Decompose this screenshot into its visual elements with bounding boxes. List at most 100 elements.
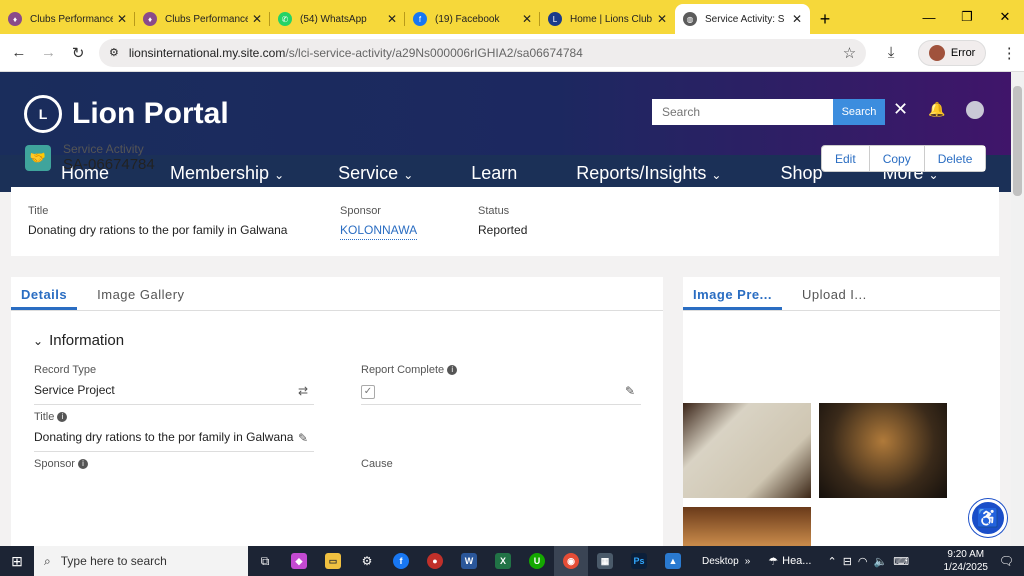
field-label: Report Complete: [361, 364, 445, 376]
record-actions: Edit Copy Delete: [821, 145, 987, 172]
delete-button[interactable]: Delete: [923, 146, 986, 171]
site-info-icon[interactable]: ⚙: [109, 46, 119, 59]
keyboard-icon[interactable]: ⌨: [893, 555, 909, 568]
url-field[interactable]: ⚙ lionsinternational.my.site.com/s/lci-s…: [98, 38, 867, 67]
edit-button[interactable]: Edit: [822, 146, 869, 171]
volume-icon[interactable]: 🔈: [874, 555, 888, 568]
info-icon[interactable]: i: [447, 365, 458, 376]
reload-icon[interactable]: ↻: [63, 44, 93, 62]
edit-pencil-icon[interactable]: ✎: [625, 384, 635, 398]
new-tab-button[interactable]: +: [810, 4, 840, 34]
close-tab-icon[interactable]: ✕: [657, 12, 667, 26]
highlight-value: Reported: [478, 223, 528, 237]
tray-app-icon[interactable]: ⊟: [843, 555, 852, 568]
browser-tab-4[interactable]: f (19) Facebook ✕: [405, 4, 540, 34]
calculator-icon[interactable]: ▦: [588, 546, 622, 576]
close-tab-icon[interactable]: ✕: [252, 12, 262, 26]
report-complete-checkbox[interactable]: ✓: [361, 384, 375, 399]
photoshop-icon[interactable]: Ps: [622, 546, 656, 576]
wifi-icon[interactable]: ◠: [858, 555, 868, 568]
info-icon[interactable]: i: [78, 459, 89, 470]
clock[interactable]: 9:20 AM 1/24/2025: [944, 548, 989, 574]
copilot-icon[interactable]: ◆: [282, 546, 316, 576]
tab-title: Clubs Performance: [165, 13, 248, 25]
scrollbar-thumb[interactable]: [1013, 86, 1022, 196]
bookmark-star-icon[interactable]: ☆: [843, 44, 856, 62]
windows-start-icon[interactable]: ⊞: [0, 546, 34, 576]
back-icon[interactable]: ←: [4, 44, 34, 61]
image-thumbnail[interactable]: [683, 403, 811, 498]
chevron-icon[interactable]: »: [745, 556, 751, 567]
image-thumbnail[interactable]: [819, 403, 947, 498]
tab-details[interactable]: Details: [11, 287, 78, 310]
menu-kebab-icon[interactable]: ⋮: [994, 44, 1024, 62]
chrome-icon[interactable]: ◉: [554, 546, 588, 576]
close-window-icon[interactable]: ✕: [986, 0, 1024, 34]
browser-tab-2[interactable]: ♦ Clubs Performance ✕: [135, 4, 270, 34]
clock-date: 1/24/2025: [943, 562, 989, 573]
search-input[interactable]: [652, 99, 833, 125]
field-cause: Cause: [361, 458, 641, 477]
browser-tab-1[interactable]: ♦ Clubs Performance ✕: [0, 4, 135, 34]
sponsor-link[interactable]: KOLONNAWA: [340, 223, 418, 240]
info-icon[interactable]: i: [57, 412, 68, 423]
close-icon[interactable]: ✕: [893, 99, 908, 120]
minimize-icon[interactable]: —: [910, 0, 948, 34]
field-label: Sponsor: [34, 458, 75, 470]
tab-image-preview[interactable]: Image Pre...: [683, 287, 782, 310]
close-tab-icon[interactable]: ✕: [117, 12, 127, 26]
taskbar-search[interactable]: ⌕ Type here to search: [34, 546, 248, 576]
weather-label: Hea...: [782, 555, 812, 567]
word-icon[interactable]: W: [452, 546, 486, 576]
handshake-icon: 🤝: [25, 144, 51, 171]
facebook-app-icon[interactable]: f: [384, 546, 418, 576]
copy-button[interactable]: Copy: [868, 146, 924, 171]
file-explorer-icon[interactable]: ▭: [316, 546, 350, 576]
close-tab-icon[interactable]: ✕: [387, 12, 397, 26]
image-app-icon[interactable]: ▲: [656, 546, 690, 576]
notifications-icon[interactable]: 🗨: [999, 554, 1014, 568]
page-scrollbar[interactable]: [1011, 72, 1024, 546]
edit-pencil-icon[interactable]: ✎: [298, 431, 308, 445]
image-thumbnail[interactable]: [683, 507, 811, 546]
tab-title: Clubs Performance: [30, 13, 113, 25]
nav-learn[interactable]: Learn: [471, 163, 517, 184]
forward-icon[interactable]: →: [34, 44, 64, 61]
excel-icon[interactable]: X: [486, 546, 520, 576]
tab-image-gallery[interactable]: Image Gallery: [87, 287, 194, 310]
user-avatar-icon[interactable]: [965, 100, 984, 119]
nav-membership[interactable]: Membership ⌄: [170, 163, 284, 184]
restore-icon[interactable]: ❐: [948, 0, 986, 34]
highlight-sponsor: Sponsor KOLONNAWA: [340, 205, 418, 240]
search-button[interactable]: Search: [833, 99, 885, 125]
browser-tab-3[interactable]: ✆ (54) WhatsApp ✕: [270, 4, 405, 34]
profile-button[interactable]: Error: [917, 39, 987, 66]
change-record-type-icon[interactable]: ⇄: [298, 384, 308, 398]
weather-widget[interactable]: ☂ Hea...: [768, 555, 811, 568]
section-title: Information: [49, 332, 125, 349]
taskbar-search-placeholder: Type here to search: [60, 554, 167, 568]
task-view-icon[interactable]: ⧉: [248, 546, 282, 576]
nav-shop[interactable]: Shop: [780, 163, 822, 184]
whatsapp-icon: ✆: [278, 12, 292, 26]
browser-tab-5[interactable]: L Home | Lions Club ✕: [540, 4, 675, 34]
highlight-label: Sponsor: [340, 205, 381, 217]
upwork-icon[interactable]: U: [520, 546, 554, 576]
lions-logo-icon: L: [24, 94, 62, 133]
tab-upload-image[interactable]: Upload I...: [792, 287, 877, 310]
nav-reports[interactable]: Reports/Insights ⌄: [576, 163, 721, 184]
desktop-toolbar[interactable]: Desktop: [702, 556, 739, 567]
bell-icon[interactable]: 🔔: [928, 101, 945, 118]
nav-service[interactable]: Service ⌄: [338, 163, 413, 184]
close-tab-icon[interactable]: ✕: [522, 12, 532, 26]
nav-label: Membership: [170, 163, 270, 183]
settings-icon[interactable]: ⚙: [350, 546, 384, 576]
app-icon[interactable]: ●: [418, 546, 452, 576]
browser-tab-active[interactable]: ◍ Service Activity: S ✕: [675, 4, 810, 34]
chevron-up-icon[interactable]: ⌃: [827, 555, 836, 568]
accessibility-icon[interactable]: ♿: [969, 499, 1007, 537]
download-icon[interactable]: ⤓: [876, 44, 906, 61]
portal-logo[interactable]: L Lion Portal: [24, 94, 229, 133]
section-information[interactable]: ⌄ Information: [33, 332, 124, 349]
close-tab-icon[interactable]: ✕: [792, 12, 802, 26]
